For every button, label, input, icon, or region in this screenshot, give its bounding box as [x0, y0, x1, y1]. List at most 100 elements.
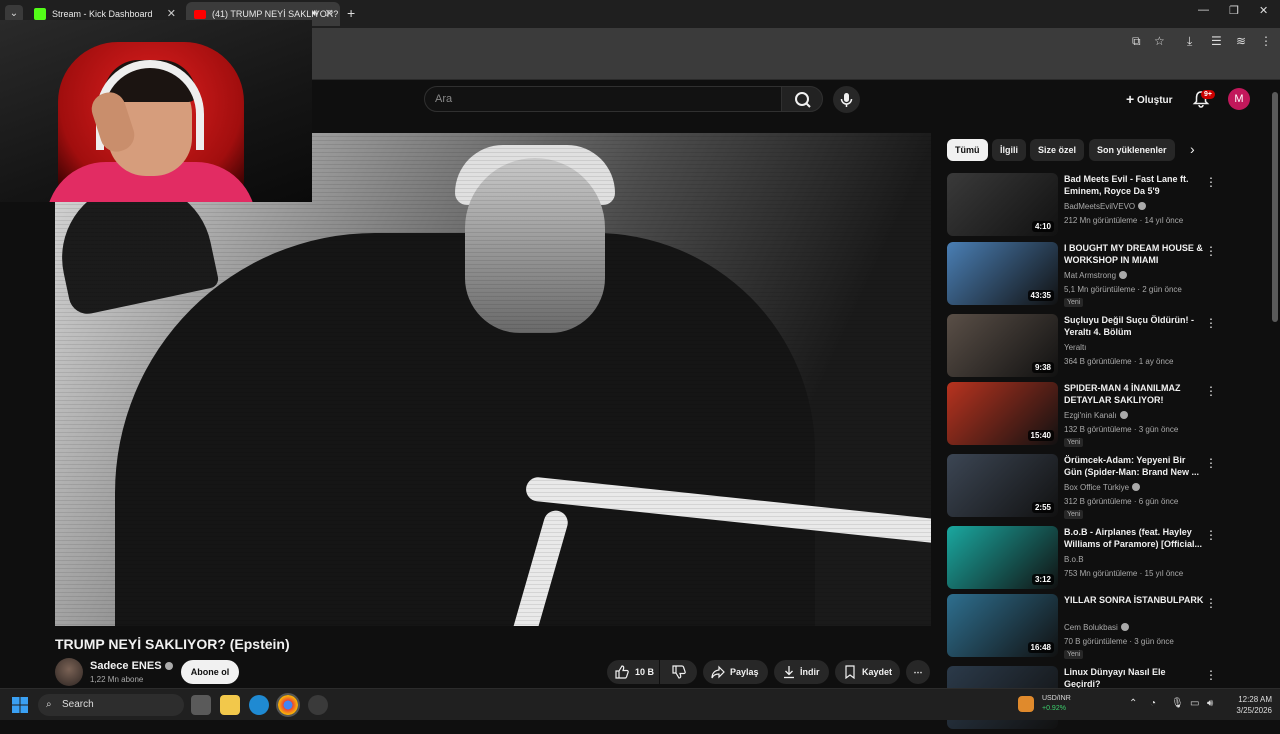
- tray-mic-icon[interactable]: 🎙︎: [1171, 698, 1184, 709]
- taskbar-search-box[interactable]: ⌕ Search: [38, 694, 184, 716]
- recommendation-thumbnail[interactable]: 16:48: [947, 594, 1058, 657]
- chip-for-you[interactable]: Size özel: [1030, 139, 1085, 161]
- save-button[interactable]: Kaydet: [835, 660, 900, 684]
- edge-browser-icon[interactable]: [249, 695, 269, 715]
- more-vertical-icon[interactable]: ⋮: [1205, 244, 1217, 258]
- more-vertical-icon[interactable]: ⋮: [1205, 175, 1217, 189]
- cast-icon[interactable]: ⧉: [1132, 34, 1141, 49]
- recommendation-channel[interactable]: Ezgi'nin Kanalı: [1064, 411, 1128, 420]
- recommendation-channel[interactable]: BadMeetsEvilVEVO: [1064, 202, 1147, 211]
- recommendation-channel-name: Box Office Türkiye: [1064, 483, 1130, 492]
- video-duration: 9:38: [1031, 362, 1054, 373]
- video-player[interactable]: [55, 133, 931, 626]
- scrollbar[interactable]: [1272, 92, 1278, 322]
- notification-count-badge: 9+: [1201, 90, 1215, 99]
- recommendation-title[interactable]: Bad Meets Evil - Fast Lane ft. Eminem, R…: [1064, 173, 1204, 197]
- close-window-icon[interactable]: ✕: [1259, 4, 1268, 17]
- recommendation-item[interactable]: 2:55 Örümcek-Adam: Yepyeni Bir Gün (Spide…: [947, 454, 1267, 522]
- recommendation-item[interactable]: 15:40 SPIDER-MAN 4 İNANILMAZ DETAYLAR SAK…: [947, 382, 1267, 450]
- recommendation-channel-name: Ezgi'nin Kanalı: [1064, 411, 1117, 420]
- chip-all[interactable]: Tümü: [947, 139, 988, 161]
- recommendation-item[interactable]: 43:35 I BOUGHT MY DREAM HOUSE & WORKSHOP …: [947, 242, 1267, 310]
- recommendation-thumbnail[interactable]: 3:12: [947, 526, 1058, 589]
- channel-avatar[interactable]: [55, 658, 83, 686]
- chip-recent[interactable]: Son yüklenenler: [1089, 139, 1175, 161]
- video-duration: 4:10: [1031, 221, 1054, 232]
- more-vertical-icon[interactable]: ⋮: [1205, 456, 1217, 470]
- recommendation-title[interactable]: SPIDER-MAN 4 İNANILMAZ DETAYLAR SAKLIYOR…: [1064, 382, 1204, 406]
- dislike-button[interactable]: [660, 660, 697, 684]
- save-label: Kaydet: [862, 667, 893, 677]
- recommendation-channel[interactable]: Cem Bolukbasi: [1064, 623, 1129, 632]
- system-clock[interactable]: 12:28 AM 3/25/2026: [1226, 694, 1272, 716]
- stock-widget[interactable]: USD/INR +0.92%: [1042, 694, 1071, 714]
- channel-name[interactable]: Sadece ENES: [90, 660, 173, 672]
- new-tab-icon[interactable]: +: [347, 5, 355, 21]
- download-button[interactable]: İndir: [774, 660, 829, 684]
- like-button[interactable]: 10 B: [607, 660, 659, 684]
- like-count: 10 B: [635, 667, 655, 677]
- bookmark-star-icon[interactable]: ☆: [1154, 34, 1165, 48]
- share-button[interactable]: Paylaş: [703, 660, 768, 684]
- recommendation-title[interactable]: Linux Dünyayı Nasıl Ele Geçirdi?: [1064, 666, 1204, 690]
- recommendation-thumbnail[interactable]: 43:35: [947, 242, 1058, 305]
- task-view-icon[interactable]: [191, 695, 211, 715]
- menu-kebab-icon[interactable]: ⋮: [1260, 34, 1272, 48]
- account-avatar[interactable]: M: [1228, 88, 1250, 110]
- minimize-icon[interactable]: —: [1198, 4, 1209, 16]
- tray-overflow-icon[interactable]: ⌃: [1129, 698, 1137, 709]
- recommendation-thumbnail[interactable]: 15:40: [947, 382, 1058, 445]
- recommendation-channel[interactable]: Mat Armstrong: [1064, 271, 1128, 280]
- recommendation-item[interactable]: 16:48 YILLAR SONRA İSTANBULPARK Cem Bolukb…: [947, 594, 1267, 662]
- chip-related[interactable]: İlgili: [992, 139, 1026, 161]
- search-button[interactable]: [781, 86, 823, 112]
- voice-search-button[interactable]: [833, 86, 860, 113]
- search-icon: ⌕: [46, 699, 52, 710]
- chevron-right-icon[interactable]: ›: [1190, 141, 1195, 157]
- restore-icon[interactable]: ❐: [1229, 4, 1239, 17]
- recommendation-channel-name: B.o.B: [1064, 555, 1084, 564]
- extensions-icon[interactable]: ≋: [1236, 34, 1246, 48]
- recommendation-item[interactable]: 4:10 Bad Meets Evil - Fast Lane ft. Emine…: [947, 173, 1267, 241]
- more-vertical-icon[interactable]: ⋮: [1205, 384, 1217, 398]
- volume-icon[interactable]: 🔊︎: [1207, 698, 1213, 709]
- recommendation-thumbnail[interactable]: 2:55: [947, 454, 1058, 517]
- recommendation-title[interactable]: I BOUGHT MY DREAM HOUSE & WORKSHOP IN MI…: [1064, 242, 1204, 266]
- more-vertical-icon[interactable]: ⋮: [1205, 668, 1217, 682]
- reading-list-icon[interactable]: ☰: [1211, 34, 1222, 48]
- download-label: İndir: [800, 667, 820, 677]
- recommendation-thumbnail[interactable]: 4:10: [947, 173, 1058, 236]
- recommendation-channel-name: BadMeetsEvilVEVO: [1064, 202, 1136, 211]
- recommendation-channel[interactable]: Yeraltı: [1064, 343, 1086, 352]
- more-actions-button[interactable]: ⋯: [906, 660, 930, 684]
- recommendation-channel[interactable]: Box Office Türkiye: [1064, 483, 1141, 492]
- network-icon[interactable]: ▭: [1190, 698, 1199, 709]
- webcam-overlay: [0, 20, 312, 202]
- file-explorer-icon[interactable]: [220, 695, 240, 715]
- recommendation-item[interactable]: 9:38 Suçluyu Değil Suçu Öldürün! - Yeralt…: [947, 314, 1267, 382]
- more-vertical-icon[interactable]: ⋮: [1205, 316, 1217, 330]
- recommendation-item[interactable]: 3:12 B.o.B - Airplanes (feat. Hayley Will…: [947, 526, 1267, 594]
- recommendation-channel[interactable]: B.o.B: [1064, 555, 1084, 564]
- windows-start-icon[interactable]: [12, 697, 28, 713]
- recommendation-title[interactable]: Suçluyu Değil Suçu Öldürün! - Yeraltı 4.…: [1064, 314, 1204, 338]
- stock-widget-icon[interactable]: [1018, 696, 1034, 712]
- create-button[interactable]: + Oluştur: [1116, 87, 1183, 111]
- more-vertical-icon[interactable]: ⋮: [1205, 528, 1217, 542]
- recommendation-title[interactable]: B.o.B - Airplanes (feat. Hayley Williams…: [1064, 526, 1204, 550]
- recommendation-title[interactable]: Örümcek-Adam: Yepyeni Bir Gün (Spider-Ma…: [1064, 454, 1204, 478]
- stock-change: +0.92%: [1042, 705, 1066, 712]
- chrome-browser-icon[interactable]: [276, 693, 300, 717]
- create-label: Oluştur: [1136, 95, 1173, 106]
- close-tab-icon[interactable]: ✕: [325, 2, 334, 26]
- recommendation-thumbnail[interactable]: 9:38: [947, 314, 1058, 377]
- search-input[interactable]: Ara: [424, 86, 782, 112]
- obs-studio-icon[interactable]: [308, 695, 328, 715]
- new-badge: Yeni: [1064, 298, 1084, 307]
- speaker-icon[interactable]: 🔊︎: [312, 2, 318, 26]
- recommendation-title[interactable]: YILLAR SONRA İSTANBULPARK: [1064, 594, 1204, 606]
- more-vertical-icon[interactable]: ⋮: [1205, 596, 1217, 610]
- tray-app-icon[interactable]: ◔: [1150, 698, 1156, 709]
- subscribe-button[interactable]: Abone ol: [181, 660, 239, 684]
- download-icon[interactable]: ⤓: [1187, 34, 1192, 49]
